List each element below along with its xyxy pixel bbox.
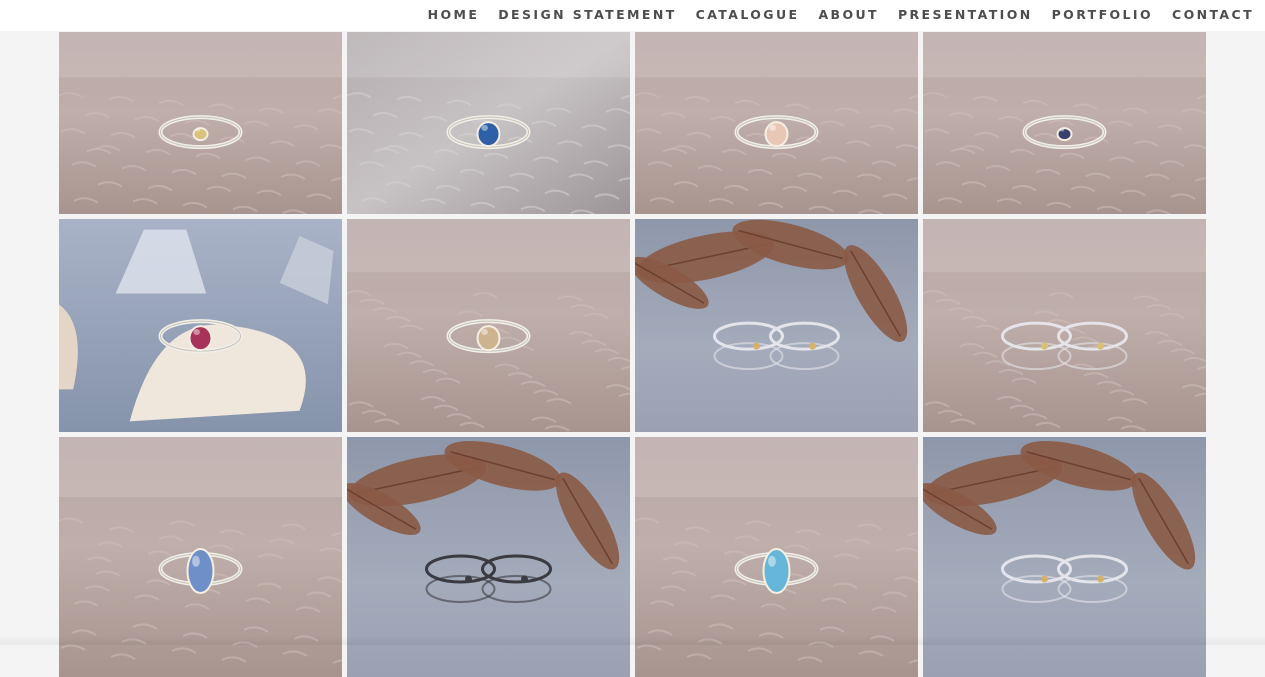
gallery-tile[interactable] — [347, 219, 630, 432]
ring-photo — [59, 32, 342, 214]
ring-photo — [635, 32, 918, 214]
gallery-tile[interactable] — [59, 32, 342, 214]
ring-photo — [347, 219, 630, 432]
nav-contact[interactable]: CONTACT — [1172, 7, 1254, 22]
ring-photo — [347, 32, 630, 214]
nav-presentation[interactable]: PRESENTATION — [898, 7, 1033, 22]
nav-design-statement[interactable]: DESIGN STATEMENT — [498, 7, 676, 22]
gallery-tile[interactable] — [59, 219, 342, 432]
ring-photo — [923, 32, 1206, 214]
ring-photo — [59, 219, 342, 432]
ring-gallery-grid — [59, 32, 1206, 672]
gallery-tile[interactable] — [635, 219, 918, 432]
nav-about[interactable]: ABOUT — [818, 7, 879, 22]
gallery-tile[interactable] — [635, 32, 918, 214]
main-menu: HOME DESIGN STATEMENT CATALOGUE ABOUT PR… — [409, 0, 1254, 29]
ring-photo — [635, 219, 918, 432]
nav-home[interactable]: HOME — [428, 7, 480, 22]
gallery-tile[interactable] — [923, 219, 1206, 432]
ring-photo — [923, 219, 1206, 432]
gallery-tile[interactable] — [923, 32, 1206, 214]
top-navigation-bar: HOME DESIGN STATEMENT CATALOGUE ABOUT PR… — [0, 0, 1265, 31]
gallery-tile[interactable] — [347, 32, 630, 214]
nav-portfolio[interactable]: PORTFOLIO — [1052, 7, 1153, 22]
bottom-shade — [0, 635, 1265, 645]
nav-catalogue[interactable]: CATALOGUE — [696, 7, 800, 22]
